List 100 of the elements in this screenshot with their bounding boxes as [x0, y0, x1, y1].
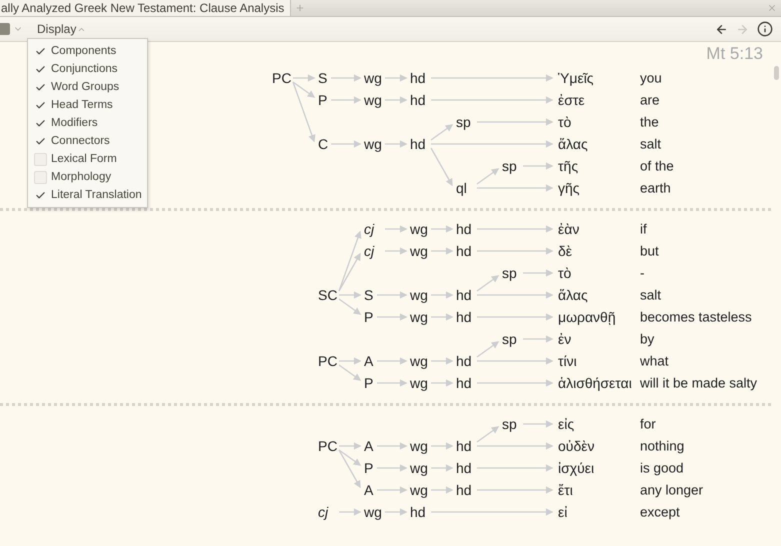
translation-text: but	[640, 244, 659, 258]
connector-arrow	[330, 74, 361, 82]
node-label: hd	[410, 70, 426, 86]
greek-word: ἐν	[558, 331, 572, 347]
connector-arrow	[430, 464, 453, 472]
menu-item[interactable]: Head Terms	[28, 96, 147, 114]
connector-arrow	[376, 464, 407, 472]
translation-text: becomes tasteless	[640, 310, 752, 324]
connector-arrow	[376, 314, 407, 321]
node-label: hd	[456, 287, 472, 303]
node-label: A	[364, 482, 374, 498]
connector-arrow	[522, 336, 553, 343]
verse-reference: Mt 5:13	[706, 44, 763, 64]
node-label: hd	[410, 504, 426, 520]
node-label: hd	[456, 438, 472, 454]
connector-arrow	[522, 162, 553, 170]
node-label: SC	[318, 287, 338, 303]
greek-word: τὸ	[558, 265, 572, 281]
node-label: hd	[410, 92, 426, 108]
translation-text: the	[640, 114, 659, 130]
node-label: hd	[456, 375, 472, 391]
node-label: wg	[364, 92, 382, 108]
menu-item[interactable]: Word Groups	[28, 78, 147, 96]
node-label: cj	[364, 221, 374, 237]
checkbox[interactable]	[34, 170, 47, 184]
node-label: S	[318, 70, 328, 86]
node-label: hd	[456, 353, 472, 369]
node-label: S	[364, 287, 374, 303]
arrow-left-icon	[715, 22, 728, 36]
menu-item[interactable]: Components	[28, 42, 147, 60]
greek-word: τίνι	[558, 353, 577, 369]
panel-toggle-button[interactable]	[0, 23, 10, 35]
node-label: wg	[410, 309, 428, 325]
node-label: wg	[410, 287, 428, 303]
connector-arrow	[376, 358, 407, 365]
node-label: wg	[410, 438, 428, 454]
translation-text: for	[640, 416, 656, 432]
scrollbar-thumb[interactable]	[774, 66, 779, 80]
checkbox[interactable]	[34, 152, 47, 166]
greek-word: ἔτι	[558, 482, 573, 498]
translation-text: are	[640, 92, 660, 108]
node-label: wg	[410, 460, 428, 476]
connector-arrow	[330, 140, 361, 148]
display-menu-button[interactable]: Display	[33, 22, 90, 36]
menu-item[interactable]: Morphology	[28, 168, 147, 186]
node-label: sp	[502, 158, 517, 174]
translation-text: by	[640, 332, 654, 346]
node-label: sp	[502, 331, 517, 347]
connector-arrow	[376, 486, 407, 494]
node-label: wg	[410, 243, 428, 259]
node-label: wg	[364, 136, 382, 152]
connector-arrow	[384, 140, 407, 148]
greek-word: ἅλας	[558, 287, 588, 303]
translation-text: you	[640, 70, 662, 86]
greek-word: δὲ	[558, 243, 572, 259]
menu-item[interactable]: Modifiers	[28, 114, 147, 132]
greek-word: τῆς	[558, 158, 578, 174]
node-label: hd	[456, 460, 472, 476]
node-label: cj	[318, 504, 328, 520]
connector-arrow	[376, 380, 407, 387]
node-label: PC	[272, 70, 292, 86]
connector-arrow	[522, 270, 553, 277]
menu-item[interactable]: Lexical Form	[28, 150, 147, 168]
menu-item[interactable]: Literal Translation	[28, 186, 147, 204]
node-label: sp	[502, 265, 517, 281]
node-label: hd	[456, 243, 472, 259]
connector-arrow	[384, 248, 407, 255]
translation-text: earth	[640, 180, 671, 196]
node-label: hd	[410, 136, 426, 152]
translation-text: of the	[640, 158, 674, 174]
greek-word: τὸ	[558, 114, 572, 130]
node-label: sp	[502, 416, 517, 432]
node-label: PC	[318, 353, 338, 369]
node-label: ql	[456, 180, 467, 196]
translation-text: is good	[640, 460, 684, 476]
connector-arrow	[522, 420, 553, 428]
greek-word: οὐδὲν	[558, 438, 594, 454]
translation-text: will it be made salty	[640, 376, 758, 390]
menu-item[interactable]: Conjunctions	[28, 60, 147, 78]
greek-word: ἁλισθήσεται	[558, 375, 632, 391]
greek-word: μωρανθῇ	[558, 309, 616, 325]
connector-arrow	[430, 442, 453, 450]
translation-text: nothing	[640, 438, 684, 454]
node-label: PC	[318, 438, 338, 454]
node-label: wg	[410, 221, 428, 237]
node-label: P	[364, 460, 374, 476]
connector-arrow	[384, 74, 407, 82]
translation-text: if	[640, 222, 647, 236]
connector-arrow	[330, 96, 361, 104]
node-label: wg	[410, 375, 428, 391]
document-tab[interactable]: ally Analyzed Greek New Testament: Clause Analysis	[0, 0, 292, 16]
node-label: hd	[456, 221, 472, 237]
connector-arrow	[376, 292, 407, 299]
greek-word: ἐὰν	[558, 221, 580, 237]
connector-arrow	[384, 508, 407, 516]
menu-item[interactable]: Connectors	[28, 132, 147, 150]
node-label: P	[318, 92, 328, 108]
node-label: wg	[364, 70, 382, 86]
translation-text: salt	[640, 288, 662, 302]
connector-arrow	[430, 380, 453, 387]
